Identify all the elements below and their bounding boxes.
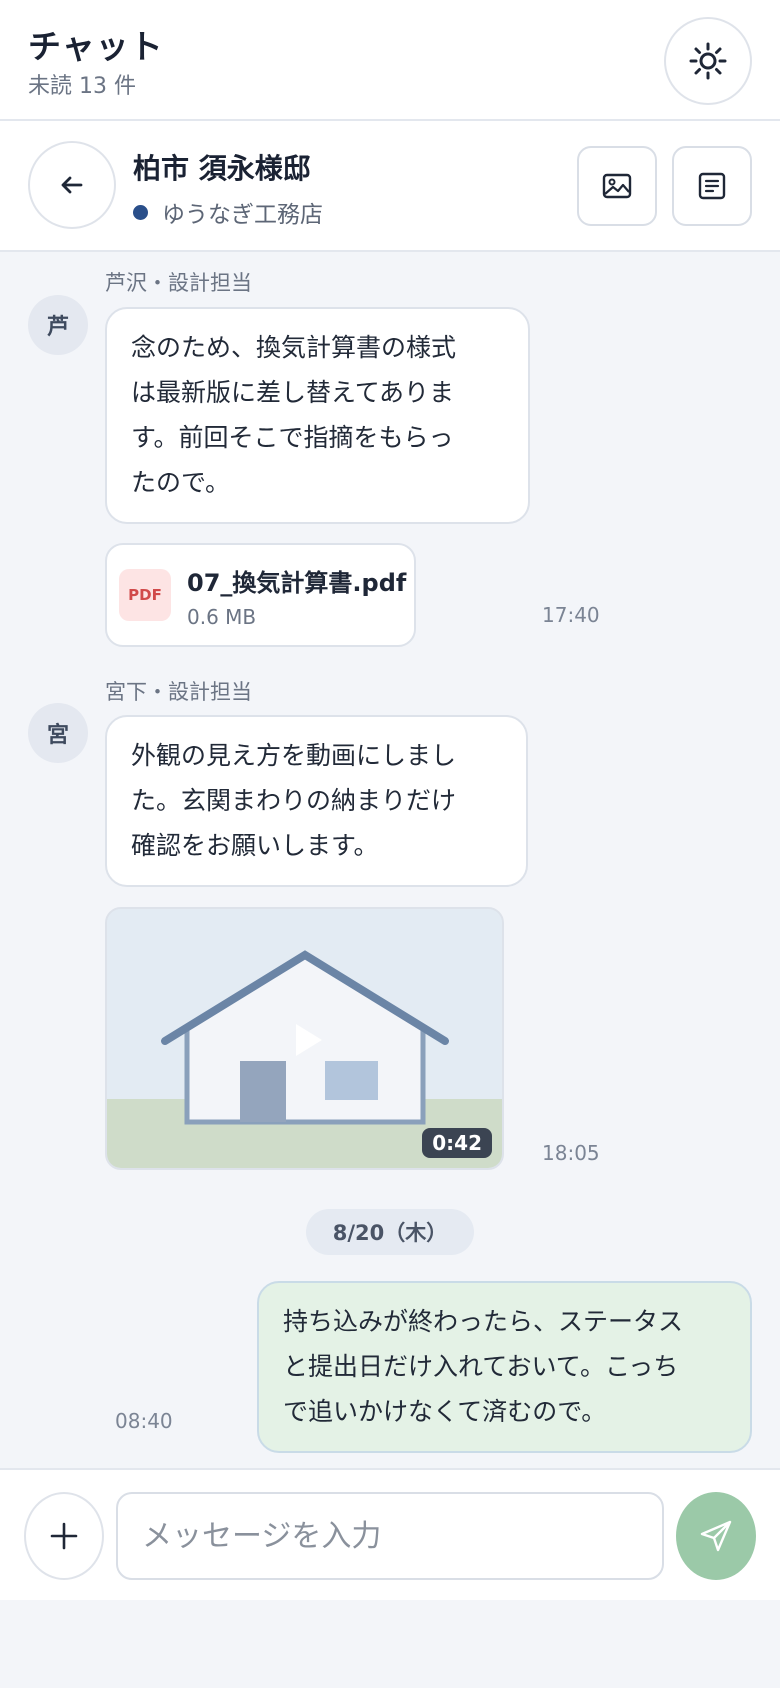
plus-icon: [50, 1522, 78, 1550]
back-button[interactable]: [28, 141, 116, 229]
pdf-file-icon: PDF: [119, 569, 171, 621]
unread-count: 未読 13 件: [28, 74, 136, 99]
file-size: 0.6 MB: [187, 605, 257, 629]
chat-title: 柏市 須永様邸: [133, 152, 311, 185]
app-header: チャット 未読 13 件: [0, 0, 780, 121]
message-time: 18:05: [542, 1141, 600, 1165]
my-message-bubble: 持ち込みが終わったら、ステータス と提出日だけ入れておいて。こっち で追いかけな…: [257, 1281, 752, 1453]
send-button[interactable]: [676, 1492, 756, 1580]
avatar: 宮: [28, 703, 88, 763]
message-time: 17:40: [542, 603, 600, 627]
file-attachment[interactable]: PDF 07_換気計算書.pdf 0.6 MB: [105, 543, 416, 647]
chat-company: ゆうなぎ工務店: [133, 195, 323, 229]
sender-name: 芦沢・設計担当: [105, 271, 252, 295]
arrow-left-icon: [61, 176, 83, 194]
message-time: 08:40: [115, 1409, 173, 1433]
play-icon: [296, 1024, 322, 1056]
document-lines-icon: [698, 172, 726, 200]
video-attachment[interactable]: 0:42: [105, 907, 504, 1170]
gallery-button[interactable]: [577, 146, 657, 226]
message-bubble: 念のため、換気計算書の様式 は最新版に差し替えてありま す。前回そこで指摘をもら…: [105, 307, 530, 524]
send-icon: [700, 1520, 732, 1552]
message-composer: [0, 1468, 780, 1600]
attach-button[interactable]: [24, 1492, 104, 1580]
file-name: 07_換気計算書.pdf: [187, 569, 407, 597]
date-divider: 8/20（木）: [306, 1209, 474, 1255]
status-dot: [133, 204, 148, 220]
company-name: ゆうなぎ工務店: [162, 202, 323, 228]
sender-name: 宮下・設計担当: [105, 680, 252, 704]
video-duration: 0:42: [422, 1128, 492, 1158]
sun-icon: [689, 42, 727, 80]
message-input[interactable]: [116, 1492, 664, 1580]
chat-header: 柏市 須永様邸 ゆうなぎ工務店: [0, 121, 780, 252]
app-title: チャット: [28, 27, 164, 66]
avatar: 芦: [28, 295, 88, 355]
image-icon: [602, 173, 632, 199]
details-button[interactable]: [672, 146, 752, 226]
theme-toggle-button[interactable]: [664, 17, 752, 105]
message-bubble: 外観の見え方を動画にしまし た。玄関まわりの納まりだけ 確認をお願いします。: [105, 715, 528, 887]
